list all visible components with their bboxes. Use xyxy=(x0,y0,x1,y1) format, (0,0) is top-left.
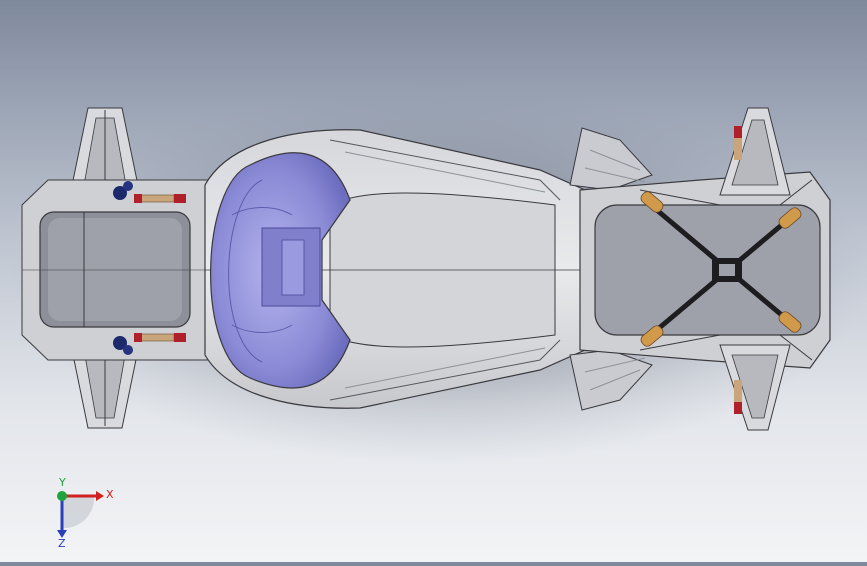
z-axis-label: Z xyxy=(58,537,66,548)
y-axis-label: Y xyxy=(58,478,66,489)
triad-shadow xyxy=(62,496,95,529)
x-axis-label: X xyxy=(106,488,114,501)
y-axis-dot xyxy=(57,491,67,501)
coordinate-triad: X Y Z xyxy=(44,476,124,550)
cad-viewport[interactable] xyxy=(0,0,867,562)
rear-frame[interactable] xyxy=(579,171,831,369)
car-chassis-model[interactable] xyxy=(0,0,867,562)
